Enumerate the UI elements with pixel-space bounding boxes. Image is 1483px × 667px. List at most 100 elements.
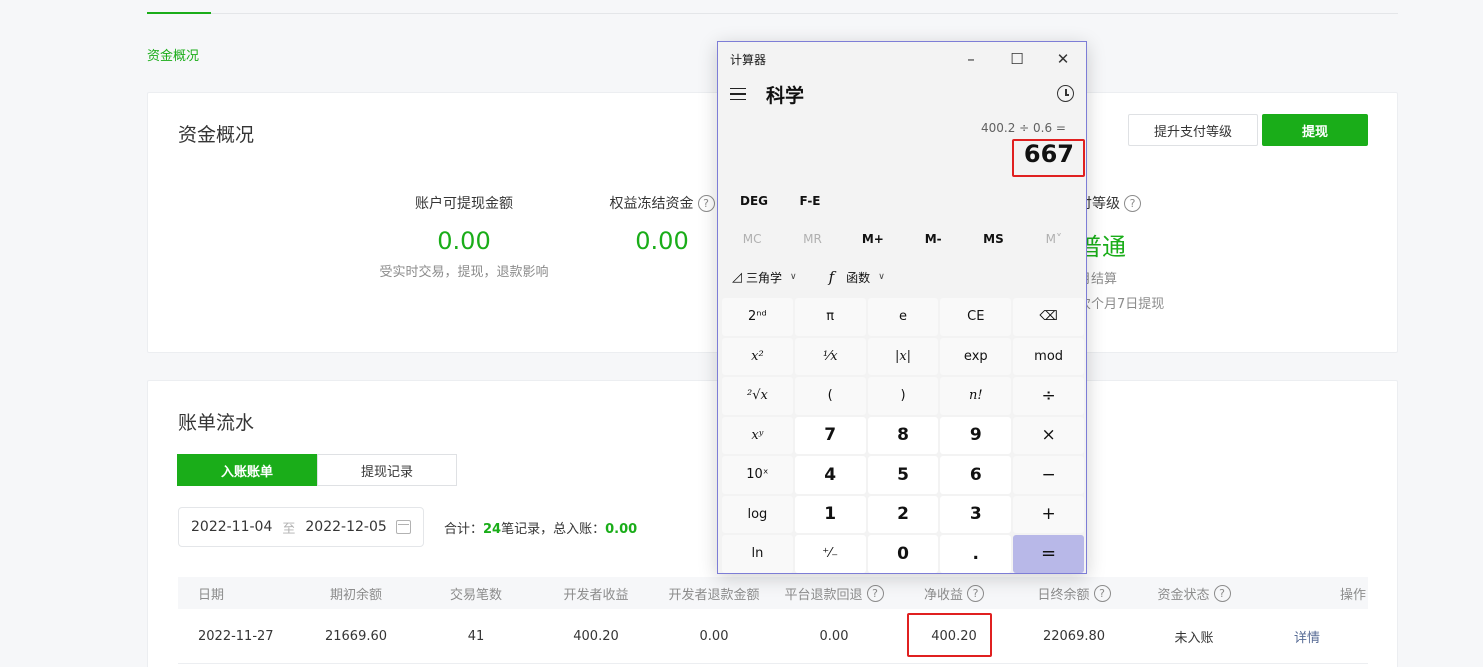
maximize-icon[interactable]: ☐ — [994, 42, 1040, 76]
col-dev-income: 开发者收益 — [563, 587, 629, 603]
key-e[interactable]: e — [867, 298, 939, 336]
key-decimal[interactable]: . — [940, 535, 1012, 573]
key-3[interactable]: 3 — [940, 495, 1012, 533]
key-2nd[interactable]: 2ⁿᵈ — [722, 298, 793, 336]
col-dev-refund: 开发者退款金额 — [668, 587, 760, 603]
col-date: 日期 — [198, 587, 225, 603]
memory-row: MC MR M+ M- MS M˅ — [722, 232, 1084, 246]
summary-count: 24 — [483, 522, 502, 537]
calculator-titlebar[interactable]: 计算器 – ☐ ✕ — [718, 42, 1086, 76]
key-ten-power[interactable]: 10ˣ — [722, 456, 793, 494]
key-factorial[interactable]: n! — [940, 377, 1012, 415]
key-4[interactable]: 4 — [794, 456, 866, 494]
tab-withdraw-records[interactable]: 提现记录 — [317, 454, 457, 486]
col-net: 净收益? — [894, 577, 1014, 609]
row-dev-refund: 0.00 — [699, 628, 729, 644]
backspace-icon[interactable]: ⌫ — [1013, 298, 1084, 336]
level-note-2: 次个月7日提现 — [1078, 297, 1165, 312]
mr-button[interactable]: MR — [782, 232, 842, 246]
key-equals[interactable]: = — [1013, 535, 1084, 573]
key-0[interactable]: 0 — [867, 535, 939, 573]
func-dropdown[interactable]: 函数 — [846, 269, 870, 286]
function-row: ◿ 三角学 ∨ f 函数 ∨ — [732, 268, 885, 286]
frozen-value: 0.00 — [635, 227, 689, 255]
m-plus-button[interactable]: M+ — [843, 232, 903, 246]
key-ln[interactable]: ln — [722, 535, 793, 573]
help-icon[interactable]: ? — [697, 194, 715, 212]
help-icon[interactable]: ? — [1213, 584, 1231, 602]
ms-button[interactable]: MS — [963, 232, 1023, 246]
frozen-label-row: 权益冻结资金 ? — [592, 193, 732, 213]
mc-button[interactable]: MC — [722, 232, 782, 246]
withdraw-button[interactable]: 提现 — [1262, 114, 1368, 146]
date-range-picker[interactable]: 2022-11-04 至 2022-12-05 — [178, 507, 424, 547]
overview-title: 资金概况 — [178, 124, 255, 146]
calendar-icon[interactable] — [396, 520, 411, 534]
key-plus[interactable]: + — [1013, 495, 1084, 533]
level-label-row: 付等级 ? — [1078, 193, 1188, 213]
key-ce[interactable]: CE — [940, 298, 1012, 336]
col-platform-refund: 平台退款回退? — [774, 577, 894, 609]
date-separator: 至 — [282, 521, 296, 537]
menu-icon[interactable] — [730, 88, 746, 100]
deg-button[interactable]: DEG — [726, 194, 782, 208]
calculator-title: 计算器 — [730, 52, 767, 67]
chevron-down-icon[interactable]: ∨ — [790, 272, 797, 282]
help-icon[interactable]: ? — [866, 584, 884, 602]
fe-button[interactable]: F-E — [782, 194, 838, 208]
table-row: 2022-11-27 21669.60 41 400.20 0.00 0.00 … — [178, 609, 1368, 664]
trig-dropdown[interactable]: 三角学 — [746, 269, 782, 286]
key-minus[interactable]: − — [1013, 456, 1084, 494]
history-icon[interactable] — [1057, 85, 1074, 102]
key-sqrt[interactable]: ²√x — [722, 377, 793, 415]
key-pi[interactable]: π — [794, 298, 866, 336]
bill-title: 账单流水 — [178, 412, 255, 434]
help-icon[interactable]: ? — [967, 584, 984, 602]
key-6[interactable]: 6 — [940, 456, 1012, 494]
key-multiply[interactable]: × — [1013, 416, 1084, 454]
key-reciprocal[interactable]: ¹⁄x — [794, 337, 866, 375]
key-exp[interactable]: exp — [940, 337, 1012, 375]
net-income-highlight — [907, 613, 992, 657]
key-open-paren[interactable]: ( — [794, 377, 866, 415]
m-minus-button[interactable]: M- — [903, 232, 963, 246]
date-start[interactable]: 2022-11-04 — [191, 519, 272, 535]
key-log[interactable]: log — [722, 495, 793, 533]
top-tab-strip — [147, 0, 1398, 14]
key-square[interactable]: x² — [722, 337, 793, 375]
minimize-icon[interactable]: – — [948, 42, 994, 76]
key-2[interactable]: 2 — [867, 495, 939, 533]
key-7[interactable]: 7 — [794, 416, 866, 454]
key-divide[interactable]: ÷ — [1013, 377, 1084, 415]
help-icon[interactable]: ? — [1093, 584, 1111, 602]
date-end[interactable]: 2022-12-05 — [305, 519, 386, 535]
key-power[interactable]: xʸ — [722, 416, 793, 454]
key-mod[interactable]: mod — [1013, 337, 1084, 375]
upgrade-payment-level-button[interactable]: 提升支付等级 — [1128, 114, 1258, 146]
row-count: 41 — [467, 628, 485, 644]
chevron-down-icon[interactable]: ∨ — [878, 272, 885, 282]
calculator-window[interactable]: 计算器 – ☐ ✕ 科学 400.2 ÷ 0.6 = 667 DEG F-E M… — [717, 41, 1087, 574]
breadcrumb[interactable]: 资金概况 — [147, 45, 199, 64]
row-opening: 21669.60 — [324, 628, 388, 644]
bill-tabs: 入账账单 提现记录 — [177, 454, 457, 486]
key-5[interactable]: 5 — [867, 456, 939, 494]
tab-income-bill[interactable]: 入账账单 — [177, 454, 317, 486]
row-closing: 22069.80 — [1042, 628, 1106, 644]
key-negate[interactable]: ⁺⁄₋ — [794, 535, 866, 573]
key-close-paren[interactable]: ) — [867, 377, 939, 415]
calc-expression: 400.2 ÷ 0.6 = — [981, 121, 1066, 135]
row-detail-link[interactable]: 详情 — [1278, 609, 1336, 663]
key-1[interactable]: 1 — [794, 495, 866, 533]
key-8[interactable]: 8 — [867, 416, 939, 454]
memory-list-button[interactable]: M˅ — [1024, 232, 1084, 246]
close-icon[interactable]: ✕ — [1040, 42, 1086, 76]
payment-level-stat: 付等级 ? 普通 月结算 次个月7日提现 — [1078, 193, 1188, 312]
function-icon: f — [828, 268, 835, 286]
key-abs[interactable]: |x| — [867, 337, 939, 375]
col-status: 资金状态? — [1134, 577, 1254, 609]
table-header: 日期 期初余额 交易笔数 开发者收益 开发者退款金额 平台退款回退? 净收益? … — [178, 577, 1368, 609]
key-9[interactable]: 9 — [940, 416, 1012, 454]
col-opening: 期初余额 — [329, 587, 382, 603]
help-icon[interactable]: ? — [1124, 194, 1141, 212]
